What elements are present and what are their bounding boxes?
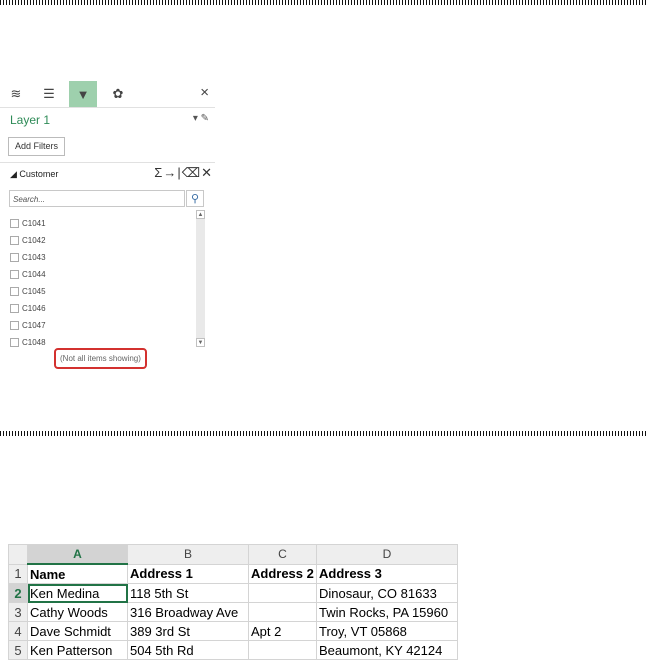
checkbox[interactable]	[10, 219, 19, 228]
row-header[interactable]: 4	[8, 621, 28, 641]
cell[interactable]: Troy, VT 05868	[316, 621, 458, 641]
list-item[interactable]: C1047	[10, 317, 46, 334]
cell[interactable]: Beaumont, KY 42124	[316, 640, 458, 660]
checkbox[interactable]	[10, 253, 19, 262]
column-header-a[interactable]: A	[27, 544, 128, 565]
torn-edge-middle	[0, 431, 648, 436]
checkbox[interactable]	[10, 236, 19, 245]
scrollbar-track[interactable]	[196, 210, 205, 347]
cell[interactable]: Address 1	[127, 563, 249, 584]
cell[interactable]	[248, 602, 317, 622]
column-header-d[interactable]: D	[316, 544, 458, 565]
filter-item-list: C1041 C1042 C1043 C1044 C1045 C1046 C104…	[10, 215, 46, 351]
row-header[interactable]: 5	[8, 640, 28, 660]
list-item[interactable]: C1045	[10, 283, 46, 300]
list-item[interactable]: C1043	[10, 249, 46, 266]
list-item[interactable]: C1041	[10, 215, 46, 232]
row-header[interactable]: 1	[8, 563, 28, 584]
add-filters-button[interactable]: Add Filters	[8, 137, 66, 156]
cell[interactable]	[248, 640, 317, 660]
layers-icon[interactable]: ≋	[2, 81, 30, 107]
cell[interactable]: Apt 2	[248, 621, 317, 641]
cell[interactable]	[248, 583, 317, 603]
cell[interactable]: Ken Patterson	[27, 640, 128, 660]
list-item[interactable]: C1046	[10, 300, 46, 317]
scroll-up-icon[interactable]: ▲	[196, 210, 205, 219]
cell[interactable]: 504 5th Rd	[127, 640, 249, 660]
cell[interactable]: Name	[27, 563, 128, 584]
divider	[0, 107, 215, 108]
column-header-b[interactable]: B	[127, 544, 249, 565]
layer-name[interactable]: Layer 1	[10, 113, 50, 127]
field-action-icons[interactable]: Σ→|⌫✕	[154, 165, 213, 181]
active-cell[interactable]: Ken Medina	[27, 583, 128, 603]
cell[interactable]: Cathy Woods	[27, 602, 128, 622]
settings-gear-icon[interactable]: ✿	[104, 81, 132, 107]
torn-edge-top	[0, 0, 648, 5]
cell[interactable]: 389 3rd St	[127, 621, 249, 641]
checkbox[interactable]	[10, 338, 19, 347]
checkbox[interactable]	[10, 304, 19, 313]
layer-edit-controls[interactable]: ▾ ✎	[193, 113, 209, 124]
list-item[interactable]: C1048	[10, 334, 46, 351]
cell[interactable]: Dave Schmidt	[27, 621, 128, 641]
checkbox[interactable]	[10, 270, 19, 279]
checkbox[interactable]	[10, 321, 19, 330]
list-options-icon[interactable]: ☰	[35, 81, 63, 107]
filter-pane: ≋ ☰ ▼ ✿ × Layer 1 ▾ ✎ Add Filters ◢ Cust…	[0, 75, 217, 375]
cell[interactable]: Address 3	[316, 563, 458, 584]
scroll-down-icon[interactable]: ▼	[196, 338, 205, 347]
search-icon[interactable]: ⚲	[186, 190, 204, 207]
cell[interactable]: 316 Broadway Ave	[127, 602, 249, 622]
list-item[interactable]: C1044	[10, 266, 46, 283]
not-all-items-notice: (Not all items showing)	[54, 348, 147, 369]
pane-tabs: ≋ ☰ ▼ ✿ ×	[0, 81, 215, 107]
list-item[interactable]: C1042	[10, 232, 46, 249]
field-header-customer[interactable]: ◢ Customer	[10, 169, 58, 180]
search-input[interactable]: Search...	[9, 190, 185, 207]
row-header[interactable]: 3	[8, 602, 28, 622]
close-icon[interactable]: ×	[200, 84, 209, 101]
cell[interactable]: Twin Rocks, PA 15960	[316, 602, 458, 622]
cell[interactable]: 118 5th St	[127, 583, 249, 603]
spreadsheet-grid: A B C D 1 Name Address 1 Address 2 Addre…	[8, 544, 458, 660]
checkbox[interactable]	[10, 287, 19, 296]
cell[interactable]: Dinosaur, CO 81633	[316, 583, 458, 603]
select-all-corner[interactable]	[8, 544, 28, 565]
cell[interactable]: Address 2	[248, 563, 317, 584]
column-header-c[interactable]: C	[248, 544, 317, 565]
divider	[0, 162, 215, 163]
filter-icon[interactable]: ▼	[69, 81, 97, 107]
row-header[interactable]: 2	[8, 583, 28, 603]
